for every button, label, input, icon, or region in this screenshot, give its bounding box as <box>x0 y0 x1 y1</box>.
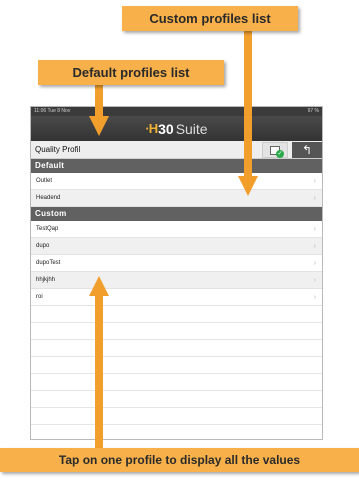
empty-row <box>31 323 322 340</box>
status-bar: 11:06 Tue 8 Nov 97 % <box>31 107 322 116</box>
profile-row[interactable]: dupo › <box>31 238 322 255</box>
chevron-right-icon: › <box>313 276 316 284</box>
logo-mark: ·H <box>145 121 158 136</box>
chevron-right-icon: › <box>313 177 316 185</box>
toolbar: Quality Profil ✓ ↰ <box>31 141 322 159</box>
profile-label: dupo <box>36 243 50 249</box>
profile-label: hhjkjhh <box>36 277 56 283</box>
status-battery: 97 % <box>307 108 319 114</box>
profile-label: TestQap <box>36 226 59 232</box>
empty-row <box>31 306 322 323</box>
profile-row[interactable]: roi › <box>31 289 322 306</box>
page-title: Quality Profil <box>35 145 81 154</box>
profile-label: roi <box>36 294 43 300</box>
profile-row[interactable]: dupoTest › <box>31 255 322 272</box>
back-arrow-icon[interactable]: ↰ <box>292 142 322 158</box>
empty-row <box>31 391 322 408</box>
custom-profiles-callout: Custom profiles list <box>122 6 298 31</box>
empty-row <box>31 340 322 357</box>
logo-number: 30 <box>158 120 174 137</box>
profile-row[interactable]: hhjkjhh › <box>31 272 322 289</box>
profile-row[interactable]: TestQap › <box>31 221 322 238</box>
doc-check-icon[interactable]: ✓ <box>262 142 288 158</box>
profile-row[interactable]: Outlet › <box>31 173 322 190</box>
status-time: 11:06 Tue 8 Nov <box>34 108 71 114</box>
tutorial-stage: 11:06 Tue 8 Nov 97 % ·H 30 Suite Quality… <box>0 0 359 480</box>
empty-row <box>31 408 322 425</box>
profile-label: dupoTest <box>36 260 61 266</box>
chevron-right-icon: › <box>313 225 316 233</box>
empty-row <box>31 357 322 374</box>
section-header-default: Default <box>31 159 322 173</box>
chevron-right-icon: › <box>313 194 316 202</box>
chevron-right-icon: › <box>313 259 316 267</box>
profile-label: Outlet <box>36 178 53 184</box>
logo-word: Suite <box>175 120 208 137</box>
default-profiles-callout: Default profiles list <box>38 60 224 85</box>
profile-label: Headend <box>36 195 61 201</box>
h30-suite-logo: ·H 30 Suite <box>145 121 207 137</box>
tap-hint-callout: Tap on one profile to display all the va… <box>0 448 359 472</box>
chevron-right-icon: › <box>313 242 316 250</box>
section-header-custom: Custom <box>31 207 322 221</box>
profile-row[interactable]: Headend › <box>31 190 322 207</box>
chevron-right-icon: › <box>313 293 316 301</box>
app-bar: ·H 30 Suite <box>31 116 322 141</box>
device-screenshot: 11:06 Tue 8 Nov 97 % ·H 30 Suite Quality… <box>30 106 323 440</box>
empty-row <box>31 374 322 391</box>
